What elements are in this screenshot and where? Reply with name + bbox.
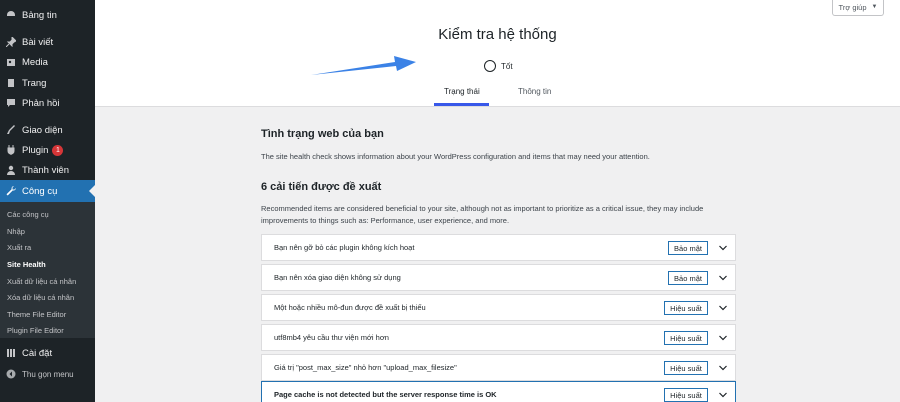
media-icon (7, 59, 15, 66)
sidebar-item-appearance[interactable]: Giao diện (0, 119, 95, 141)
sidebar-item-label: Phản hồi (22, 97, 60, 109)
issue-title: Một hoặc nhiều mô-đun được đề xuất bị th… (274, 303, 426, 312)
sidebar-item-label: Bài viết (22, 36, 54, 48)
issue-row[interactable]: Bạn nên gỡ bỏ các plugin không kích hoạt… (261, 234, 736, 261)
sidebar-item-label: Thành viên (22, 164, 70, 176)
wrench-icon (6, 186, 16, 196)
help-button-label: Trợ giúp (838, 2, 867, 12)
sidebar-item-tools[interactable]: Công cụ (0, 180, 95, 202)
issue-title: Bạn nên gỡ bỏ các plugin không kích hoạt (274, 243, 415, 252)
section-description: The site health check shows information … (261, 152, 650, 161)
chevron-down-icon[interactable] (719, 244, 727, 252)
health-status-label: Tốt (501, 61, 513, 71)
site-health-header: Kiểm tra hệ thống Tốt Trạng thái Thông t… (95, 0, 900, 107)
issue-row[interactable]: Page cache is not detected but the serve… (261, 381, 736, 402)
sidebar-item-label: Media (22, 56, 48, 68)
status-circle-icon (484, 60, 496, 72)
issue-row[interactable]: utf8mb4 yêu cầu thư viện mới hơn Hiệu su… (261, 324, 736, 351)
submenu-item-available-tools[interactable]: Các công cụ (7, 210, 49, 219)
tab-info[interactable]: Thông tin (518, 87, 551, 96)
chevron-down-icon[interactable] (719, 304, 727, 312)
issue-category-badge: Hiệu suất (664, 301, 708, 315)
sidebar-item-label: Công cụ (22, 185, 58, 197)
issue-title: Page cache is not detected but the serve… (274, 390, 497, 399)
admin-sidebar: Bảng tin Bài viết Media Trang Phản hồi G… (0, 0, 95, 402)
issue-title: Bạn nên xóa giao diện không sử dụng (274, 273, 401, 282)
update-count-badge: 1 (52, 144, 64, 156)
page-title: Kiểm tra hệ thống (438, 26, 557, 43)
submenu-item-theme-file-editor[interactable]: Theme File Editor (7, 310, 66, 319)
dashboard-icon (7, 11, 15, 16)
submenu-item-export-personal-data[interactable]: Xuất dữ liệu cá nhân (7, 277, 76, 286)
chevron-down-icon[interactable] (719, 274, 727, 282)
tools-submenu: Các công cụ Nhập Xuất ra Site Health Xuấ… (0, 202, 95, 338)
sidebar-item-media[interactable]: Media (0, 51, 95, 73)
sidebar-item-label: Plugin (22, 144, 49, 156)
comment-icon (7, 99, 15, 107)
pushpin-icon (6, 37, 16, 47)
brush-icon (7, 125, 15, 134)
issue-category-badge: Bảo mật (668, 241, 708, 255)
sidebar-item-pages[interactable]: Trang (0, 72, 95, 94)
sidebar-item-posts[interactable]: Bài viết (0, 31, 95, 53)
sidebar-item-plugins[interactable]: Plugin 1 (0, 139, 95, 161)
issue-title: utf8mb4 yêu cầu thư viện mới hơn (274, 333, 389, 342)
issue-category-badge: Bảo mật (668, 271, 708, 285)
chevron-down-icon[interactable] (719, 334, 727, 342)
sidebar-item-settings[interactable]: Cài đặt (0, 342, 95, 364)
collapse-icon (6, 369, 16, 379)
sidebar-item-dashboard[interactable]: Bảng tin (0, 4, 95, 26)
settings-icon (7, 349, 15, 357)
sidebar-item-users[interactable]: Thành viên (0, 159, 95, 181)
caret-down-icon: ▼ (871, 4, 878, 10)
sidebar-item-label: Trang (22, 77, 47, 89)
tab-status[interactable]: Trạng thái (444, 87, 480, 96)
sidebar-item-label: Bảng tin (22, 9, 57, 21)
submenu-item-plugin-file-editor[interactable]: Plugin File Editor (7, 326, 64, 335)
sidebar-item-label: Thu gọn menu (22, 369, 74, 379)
improvements-heading: 6 cải tiến được đề xuất (261, 181, 382, 193)
help-button[interactable]: Trợ giúp ▼ (832, 0, 884, 16)
submenu-item-export[interactable]: Xuất ra (7, 243, 31, 252)
submenu-item-erase-personal-data[interactable]: Xóa dữ liệu cá nhân (7, 293, 74, 302)
issue-row[interactable]: Bạn nên xóa giao diện không sử dụng Bảo … (261, 264, 736, 291)
sidebar-item-comments[interactable]: Phản hồi (0, 92, 95, 114)
issue-category-badge: Hiệu suất (664, 388, 708, 402)
issue-category-badge: Hiệu suất (664, 361, 708, 375)
chevron-down-icon[interactable] (719, 364, 727, 372)
page-icon (8, 79, 14, 87)
plugin-icon (7, 145, 15, 155)
sidebar-item-label: Giao diện (22, 124, 63, 136)
section-heading: Tình trạng web của bạn (261, 128, 384, 140)
health-status: Tốt (484, 60, 513, 72)
issue-title: Giá trị "post_max_size" nhỏ hơn "upload_… (274, 363, 457, 372)
user-icon (7, 165, 15, 175)
submenu-item-site-health[interactable]: Site Health (7, 260, 46, 269)
issue-row[interactable]: Một hoặc nhiều mô-đun được đề xuất bị th… (261, 294, 736, 321)
improvements-description: Recommended items are considered benefic… (261, 204, 704, 225)
collapse-menu-button[interactable]: Thu gọn menu (0, 363, 95, 385)
issue-row[interactable]: Giá trị "post_max_size" nhỏ hơn "upload_… (261, 354, 736, 381)
sidebar-item-label: Cài đặt (22, 347, 53, 359)
submenu-item-import[interactable]: Nhập (7, 227, 25, 236)
active-tab-indicator (434, 103, 489, 106)
chevron-down-icon[interactable] (719, 391, 727, 399)
issue-category-badge: Hiệu suất (664, 331, 708, 345)
